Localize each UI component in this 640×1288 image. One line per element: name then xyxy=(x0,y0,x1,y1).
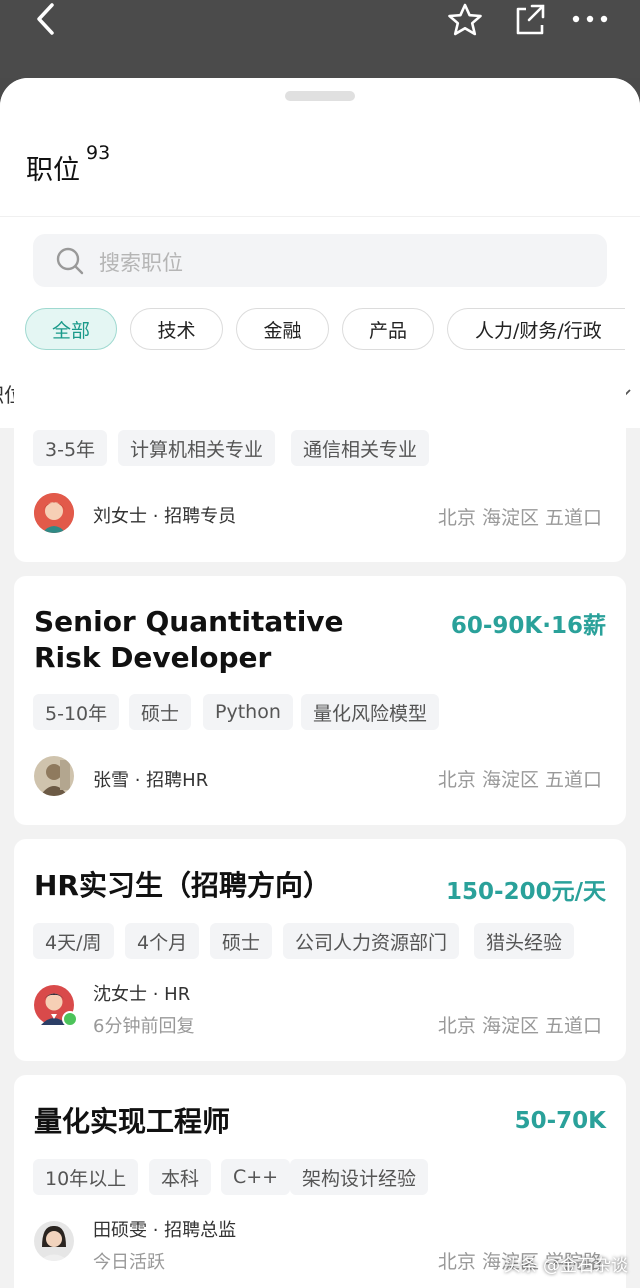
recruiter-name: 沈女士 · HR xyxy=(93,984,191,1005)
category-chip-hr-finance-admin[interactable]: 人力/财务/行政 xyxy=(447,308,625,350)
avatar-photo xyxy=(34,756,74,796)
category-chip-all[interactable]: 全部 xyxy=(25,308,117,350)
job-tag: 硕士 xyxy=(210,923,273,959)
app-top-bar xyxy=(0,0,640,78)
job-tag: 10年以上 xyxy=(33,1159,139,1195)
category-chip-tech[interactable]: 技术 xyxy=(130,308,223,350)
job-tag: Python xyxy=(203,694,293,730)
watermark-text: 头条 @金石杂谈 xyxy=(503,1256,628,1276)
job-count: 93 xyxy=(86,142,111,164)
job-tag: 通信相关专业 xyxy=(291,430,430,466)
recruiter-name: 刘女士 · 招聘专员 xyxy=(93,506,237,527)
avatar-photo xyxy=(34,1221,74,1261)
job-card[interactable]: 3-5年 计算机相关专业 通信相关专业 刘女士 · 招聘专员 北京 海淀区 五道… xyxy=(14,350,626,562)
avatar xyxy=(34,1221,74,1261)
job-tag: 本科 xyxy=(149,1159,212,1195)
job-tag: 计算机相关专业 xyxy=(118,430,276,466)
avatar xyxy=(34,985,78,1027)
job-title: 量化实现工程师 xyxy=(34,1105,231,1138)
recruiter-status: 今日活跃 xyxy=(93,1252,165,1273)
job-tag: 公司人力资源部门 xyxy=(283,923,460,959)
back-arrow-icon[interactable] xyxy=(30,0,70,40)
recruiter-name: 张雪 · 招聘HR xyxy=(93,770,209,791)
job-salary: 150-200元/天 xyxy=(446,879,606,905)
job-tag: 5-10年 xyxy=(33,694,120,730)
job-tag: 架构设计经验 xyxy=(290,1159,429,1195)
avatar xyxy=(34,756,74,796)
job-tag: 4天/周 xyxy=(33,923,114,959)
star-icon[interactable] xyxy=(446,2,484,38)
job-tag: C++ xyxy=(221,1159,291,1195)
job-location: 北京 海淀区 五道口 xyxy=(437,507,602,529)
job-card[interactable]: Senior Quantitative Risk Developer 60-90… xyxy=(14,576,626,825)
job-tag: 猎头经验 xyxy=(474,923,575,959)
search-input[interactable]: 搜索职位 xyxy=(33,234,607,287)
job-tag: 硕士 xyxy=(129,694,192,730)
recruiter-name: 田硕雯 · 招聘总监 xyxy=(93,1220,237,1241)
job-title: HR实习生（招聘方向） xyxy=(34,869,331,902)
job-salary: 60-90K·16薪 xyxy=(450,613,606,639)
job-tag: 3-5年 xyxy=(33,430,108,466)
job-tag: 4个月 xyxy=(125,923,200,959)
avatar-illustration xyxy=(34,493,74,533)
job-location: 北京 海淀区 五道口 xyxy=(437,1015,602,1037)
job-title: Senior Quantitative Risk Developer xyxy=(34,605,344,674)
share-icon[interactable] xyxy=(512,2,548,38)
category-chip-finance[interactable]: 金融 xyxy=(236,308,329,350)
category-chip-product[interactable]: 产品 xyxy=(342,308,434,350)
title-text: 职位 xyxy=(26,155,80,186)
avatar xyxy=(34,493,74,533)
search-icon xyxy=(56,247,84,275)
search-placeholder: 搜索职位 xyxy=(99,251,183,275)
job-list-sheet: 职位93 搜索职位 全部 技术 金融 产品 人力/财务/行政 职位 城市 经验 … xyxy=(0,78,640,1288)
recruiter-status: 6分钟前回复 xyxy=(93,1016,195,1037)
divider xyxy=(0,216,640,217)
drag-handle[interactable] xyxy=(285,91,355,101)
job-tag: 量化风险模型 xyxy=(301,694,440,730)
job-card[interactable]: HR实习生（招聘方向） 150-200元/天 4天/周 4个月 硕士 公司人力资… xyxy=(14,839,626,1061)
page-title: 职位 93 xyxy=(26,142,110,187)
job-location: 北京 海淀区 五道口 xyxy=(437,769,602,791)
job-salary: 50-70K xyxy=(514,1108,606,1134)
online-indicator xyxy=(62,1011,78,1027)
more-icon[interactable] xyxy=(570,8,610,30)
